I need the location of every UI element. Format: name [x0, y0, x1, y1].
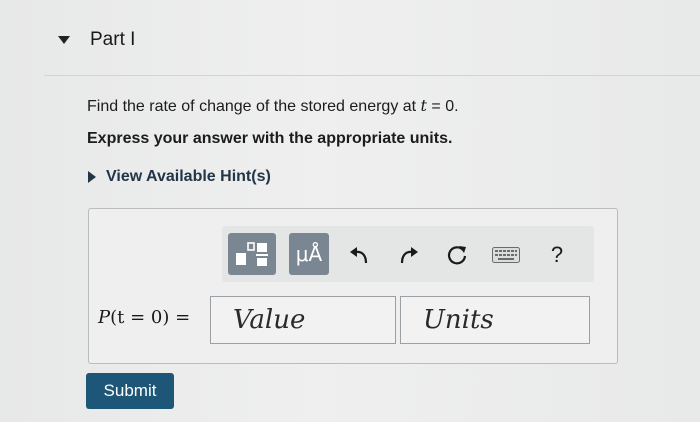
value-input[interactable]: Value	[210, 296, 396, 344]
part-title: Part I	[90, 29, 136, 50]
reset-icon[interactable]	[442, 240, 472, 270]
submit-button[interactable]: Submit	[86, 373, 174, 409]
help-button[interactable]: ?	[542, 240, 572, 270]
symbols-button[interactable]: μÅ	[289, 233, 329, 275]
templates-button[interactable]	[228, 233, 276, 275]
answer-label-rest: (t = 0) =	[110, 307, 191, 328]
question-suffix: = 0.	[426, 98, 459, 115]
view-hints-link[interactable]: View Available Hint(s)	[88, 168, 271, 186]
collapse-caret-icon[interactable]	[58, 36, 70, 44]
divider	[44, 75, 700, 76]
undo-icon[interactable]	[344, 240, 374, 270]
units-input[interactable]: Units	[400, 296, 590, 344]
answer-label: P(t = 0) =	[98, 307, 190, 328]
hint-label: View Available Hint(s)	[106, 168, 271, 185]
expand-caret-icon	[88, 171, 96, 183]
instruction-text: Express your answer with the appropriate…	[87, 130, 453, 147]
template-grid-icon	[236, 242, 268, 266]
question-prefix: Find the rate of change of the stored en…	[87, 98, 421, 115]
keyboard-icon[interactable]	[490, 244, 522, 266]
answer-label-p: P	[98, 307, 111, 328]
redo-icon[interactable]	[394, 240, 424, 270]
question-text: Find the rate of change of the stored en…	[87, 96, 459, 116]
